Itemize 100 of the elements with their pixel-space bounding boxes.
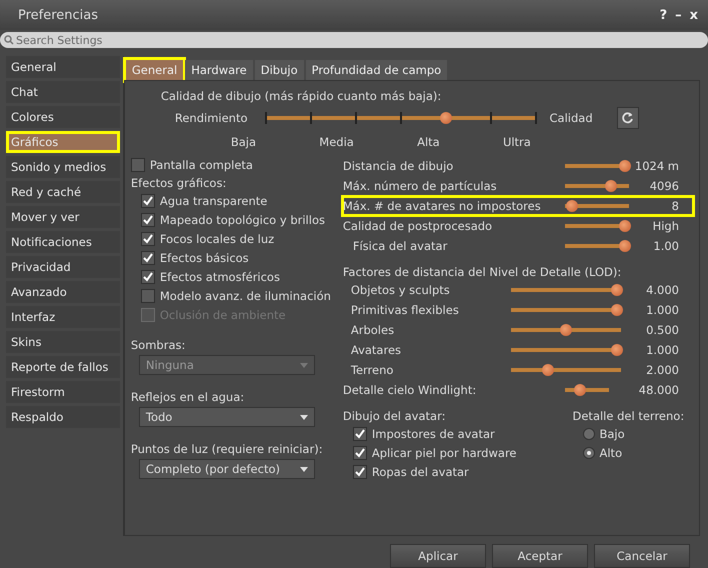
slider-thumb[interactable] <box>618 220 631 232</box>
sidebar-item[interactable]: Chat <box>6 81 120 103</box>
checkmark-icon <box>142 215 153 225</box>
sidebar-item[interactable]: Respaldo <box>6 406 120 428</box>
checkbox-label: Modelo avanz. de iluminación <box>160 289 331 303</box>
tab[interactable]: Dibujo <box>254 60 304 80</box>
dropdown-label: Sombras: <box>130 338 186 352</box>
radio-button[interactable] <box>582 447 594 459</box>
sidebar-item[interactable]: Avanzado <box>6 281 120 303</box>
slider-label: Distancia de dibujo <box>342 159 454 173</box>
section-label: Factores de distancia del Nivel de Detalle (LOD): <box>342 265 622 279</box>
checkbox-label: Agua transparente <box>160 194 268 208</box>
slider-thumb[interactable] <box>618 160 631 172</box>
dialog-button[interactable]: Aceptar <box>492 544 588 568</box>
slider-value: 1024 m <box>634 159 680 173</box>
tab[interactable]: Hardware <box>185 60 253 80</box>
slider-label: Calidad de postprocesado <box>342 219 494 233</box>
quality-label: Calidad de dibujo (más rápido cuanto más baja): <box>160 89 442 103</box>
slider-value: 0.500 <box>645 323 680 337</box>
slider-thumb[interactable] <box>618 240 631 252</box>
slider-value: 1.00 <box>652 239 680 253</box>
dropdown[interactable]: Completo (por defecto) <box>138 459 315 479</box>
sidebar-item[interactable]: Colores <box>6 106 120 128</box>
slider-thumb[interactable] <box>566 200 578 212</box>
slider-thumb[interactable] <box>610 304 623 316</box>
radio-button[interactable] <box>582 428 594 440</box>
caret-icon <box>300 466 308 472</box>
window-control[interactable]: x <box>690 8 698 22</box>
checkbox[interactable] <box>352 427 367 441</box>
checkbox-label: Efectos básicos <box>160 251 249 265</box>
section-label: Detalle del terreno: <box>572 409 684 423</box>
slider-thumb[interactable] <box>560 324 572 336</box>
checkbox[interactable] <box>352 465 367 479</box>
sidebar-item[interactable]: Red y caché <box>6 181 120 203</box>
checkbox-label: Aplicar piel por hardware <box>372 446 516 460</box>
checkmark-icon <box>142 253 153 263</box>
slider-thumb[interactable] <box>542 364 554 376</box>
checkbox[interactable] <box>140 289 155 303</box>
checkbox[interactable] <box>140 232 155 246</box>
checkbox[interactable] <box>140 213 155 227</box>
tab[interactable]: General <box>126 60 184 80</box>
slider-label: Arboles <box>350 323 396 337</box>
slider-label: Primitivas flexibles <box>350 303 460 317</box>
slider-value: 1.000 <box>645 343 680 357</box>
section-label: Dibujo del avatar: <box>342 409 446 423</box>
checkbox[interactable] <box>140 251 155 265</box>
radio-label: Bajo <box>600 427 625 441</box>
slider-thumb[interactable] <box>610 344 623 356</box>
checkbox-label: Mapeado topológico y brillos <box>160 213 325 227</box>
checkmark-icon <box>354 467 365 477</box>
checkbox[interactable] <box>140 270 155 284</box>
sidebar-item[interactable]: Gráficos <box>6 131 120 153</box>
slider-label: Física del avatar <box>352 239 448 253</box>
tick-label: Baja <box>230 135 256 149</box>
sidebar-item[interactable]: Firestorm <box>6 381 120 403</box>
dialog-button[interactable]: Aplicar <box>390 544 486 568</box>
sidebar-item[interactable]: Skins <box>6 331 120 353</box>
slider-value: 48.000 <box>638 383 680 397</box>
sidebar-item[interactable]: General <box>6 56 120 78</box>
checkmark-icon <box>142 196 153 206</box>
slider-label: Objetos y sculpts <box>350 283 451 297</box>
radio-label: Alto <box>600 446 622 460</box>
slider-thumb[interactable] <box>604 180 617 192</box>
quality-end-label: Calidad <box>550 111 593 125</box>
tab[interactable]: Profundidad de campo <box>306 60 448 80</box>
dropdown[interactable]: Todo <box>138 407 315 427</box>
checkbox[interactable] <box>140 194 155 208</box>
window-title: Preferencias <box>18 8 98 22</box>
slider-value: 8 <box>670 199 680 213</box>
sidebar-item[interactable]: Reporte de fallos <box>6 356 120 378</box>
sidebar-item[interactable]: Sonido y medios <box>6 156 120 178</box>
checkbox-label: Focos locales de luz <box>160 232 274 246</box>
caret-icon <box>300 362 308 368</box>
tick-label: Media <box>319 135 354 149</box>
slider-label: Avatares <box>350 343 402 357</box>
window-control[interactable]: ? <box>660 8 668 22</box>
slider-thumb[interactable] <box>574 384 586 396</box>
slider-label: Detalle cielo Windlight: <box>342 383 478 397</box>
window-control[interactable]: – <box>675 8 682 22</box>
checkmark-icon <box>354 448 365 458</box>
checkbox-label: Pantalla completa <box>150 158 253 172</box>
checkbox[interactable] <box>352 446 367 460</box>
sidebar-item[interactable]: Mover y ver <box>6 206 120 228</box>
slider-thumb[interactable] <box>440 112 452 124</box>
sidebar-item[interactable]: Interfaz <box>6 306 120 328</box>
sidebar-item[interactable]: Notificaciones <box>6 231 120 253</box>
reset-button[interactable] <box>616 107 639 129</box>
checkbox-label: Impostores de avatar <box>372 427 495 441</box>
slider-value: 2.000 <box>645 363 680 377</box>
checkbox-label: Efectos atmosféricos <box>160 270 280 284</box>
slider-thumb[interactable] <box>610 284 623 296</box>
search-icon <box>4 35 14 45</box>
slider-value: 4.000 <box>645 283 680 297</box>
slider-value: High <box>652 219 680 233</box>
dialog-button[interactable]: Cancelar <box>594 544 690 568</box>
checkbox[interactable] <box>130 158 145 172</box>
search-field[interactable]: Search Settings <box>0 32 708 48</box>
tick-label: Alta <box>417 135 440 149</box>
dropdown-label: Reflejos en el agua: <box>130 390 246 404</box>
sidebar-item[interactable]: Privacidad <box>6 256 120 278</box>
